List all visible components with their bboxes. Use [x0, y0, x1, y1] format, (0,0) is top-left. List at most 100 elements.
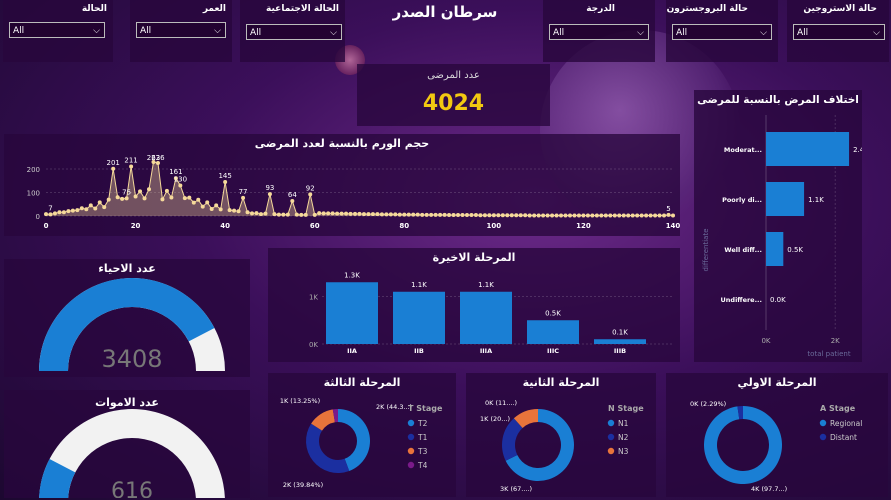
y-tick-label: 200 [27, 166, 40, 174]
dead-gauge-panel: عدد الاموات 616 [4, 390, 250, 498]
t-stage-panel: المرحلة الثالثة 2K (44.3...) 2K (39.84%) 1… [268, 373, 456, 497]
data-label: 77 [239, 188, 248, 196]
data-point [429, 212, 434, 217]
dropdown-value: All [13, 26, 25, 36]
slice-label: 4K (97.7...) [751, 485, 787, 493]
data-point [361, 212, 366, 217]
slicer-age: العمر All ⌵ [130, 0, 232, 62]
data-point [451, 213, 456, 218]
data-point [447, 213, 452, 218]
data-point [124, 196, 129, 201]
legend-marker [407, 461, 415, 469]
chevron-down-icon: ⌵ [873, 28, 880, 38]
legend-label: T4 [417, 461, 428, 470]
tumor-size-chart[interactable]: 01002000 20 40 60 80 100 120 1407201 21175263226… [4, 134, 680, 236]
marital-dropdown[interactable]: All ⌵ [246, 24, 342, 40]
n-stage-donut[interactable]: 3K (67....) 1K (20...) 0K (11....) N Stage N… [466, 373, 656, 497]
data-point [572, 213, 577, 218]
data-point [223, 179, 228, 184]
kpi-label: عدد المرضى [427, 70, 480, 81]
data-point [353, 211, 358, 216]
data-point [639, 213, 644, 218]
data-point [671, 213, 675, 218]
category-label: IIIB [614, 347, 626, 355]
data-label: 130 [174, 175, 187, 183]
x-axis-label: total patient [807, 350, 850, 358]
chevron-down-icon: ⌵ [93, 26, 100, 36]
data-point [559, 213, 564, 218]
kpi-value: 4024 [422, 91, 485, 116]
data-point [88, 203, 93, 208]
category-label: IIA [347, 347, 357, 355]
alive-gauge[interactable]: 3408 [4, 259, 250, 377]
y-tick-label: 0 [36, 213, 40, 221]
data-point [469, 213, 474, 218]
chevron-down-icon: ⌵ [330, 28, 337, 38]
progesterone-dropdown[interactable]: All ⌵ [672, 24, 772, 40]
data-point [178, 183, 183, 188]
data-label: 93 [265, 184, 274, 192]
n-stage-panel: المرحلة الثانية 3K (67....) 1K (20...) 0K … [466, 373, 656, 497]
data-point [326, 211, 331, 216]
donut-slice [502, 418, 523, 461]
data-point [147, 187, 152, 192]
data-point [133, 194, 138, 199]
data-point [317, 211, 322, 216]
slicer-grade: الدرجة All ⌵ [543, 0, 655, 62]
data-point [44, 212, 48, 217]
t-stage-donut[interactable]: 2K (44.3...) 2K (39.84%) 1K (13.25%) T Stag… [268, 373, 456, 497]
status-dropdown[interactable]: All ⌵ [9, 22, 105, 38]
estrogen-dropdown[interactable]: All ⌵ [793, 24, 885, 40]
data-point [536, 213, 541, 218]
x-tick-label: 0 [44, 222, 49, 230]
slicer-estrogen: حالة الاستروجين All ⌵ [787, 0, 889, 62]
legend-marker [607, 447, 615, 455]
value-label: 1.1K [808, 196, 824, 204]
data-point [339, 211, 344, 216]
legend-label: N3 [618, 447, 629, 456]
data-point [97, 200, 102, 205]
data-point [111, 166, 116, 171]
a-stage-donut[interactable]: 4K (97.7...) 0K (2.29%) A Stage Regional Dis… [666, 373, 888, 497]
data-point [554, 213, 559, 218]
data-point [532, 213, 537, 218]
data-point [366, 212, 371, 217]
legend-marker [607, 419, 615, 427]
data-label: 201 [106, 159, 119, 167]
data-point [442, 212, 447, 217]
data-point [120, 196, 125, 201]
data-point [626, 213, 631, 218]
data-point [61, 210, 66, 215]
data-point [478, 213, 483, 218]
legend-label: T1 [417, 433, 428, 442]
slicer-progesterone: حالة البروجسترون All ⌵ [666, 0, 778, 62]
value-label: 0.0K [770, 296, 786, 304]
grade-dropdown[interactable]: All ⌵ [549, 24, 649, 40]
data-point [608, 213, 613, 218]
dropdown-value: All [250, 28, 262, 38]
stage6-bar-chart[interactable]: 0K 1K 1.3K IIA 1.1K IIB 1.1K IIIA 0.5K IIIC 0.1K II… [268, 248, 680, 362]
data-point [164, 188, 169, 193]
bar [460, 291, 512, 344]
data-point [648, 213, 653, 218]
data-point [621, 213, 626, 218]
data-point [635, 213, 640, 218]
category-label: IIIC [547, 347, 559, 355]
bar [326, 282, 378, 344]
age-dropdown[interactable]: All ⌵ [136, 22, 226, 38]
data-point [375, 212, 380, 217]
data-point [653, 213, 658, 218]
data-point [138, 189, 143, 194]
data-point [379, 212, 384, 217]
data-point [214, 203, 219, 208]
data-point [182, 196, 187, 201]
grade-bar-chart[interactable]: Moderat... 2.4K Poorly di... 1.1K Well diff.… [694, 90, 862, 362]
slice-label: 1K (20...) [480, 415, 510, 423]
dead-gauge[interactable]: 616 [4, 390, 250, 498]
data-point [590, 213, 595, 218]
data-point [545, 213, 550, 218]
value-label: 2.4K [853, 146, 862, 154]
data-point [491, 213, 496, 218]
legend-label: Distant [830, 433, 857, 442]
legend-marker [607, 433, 615, 441]
